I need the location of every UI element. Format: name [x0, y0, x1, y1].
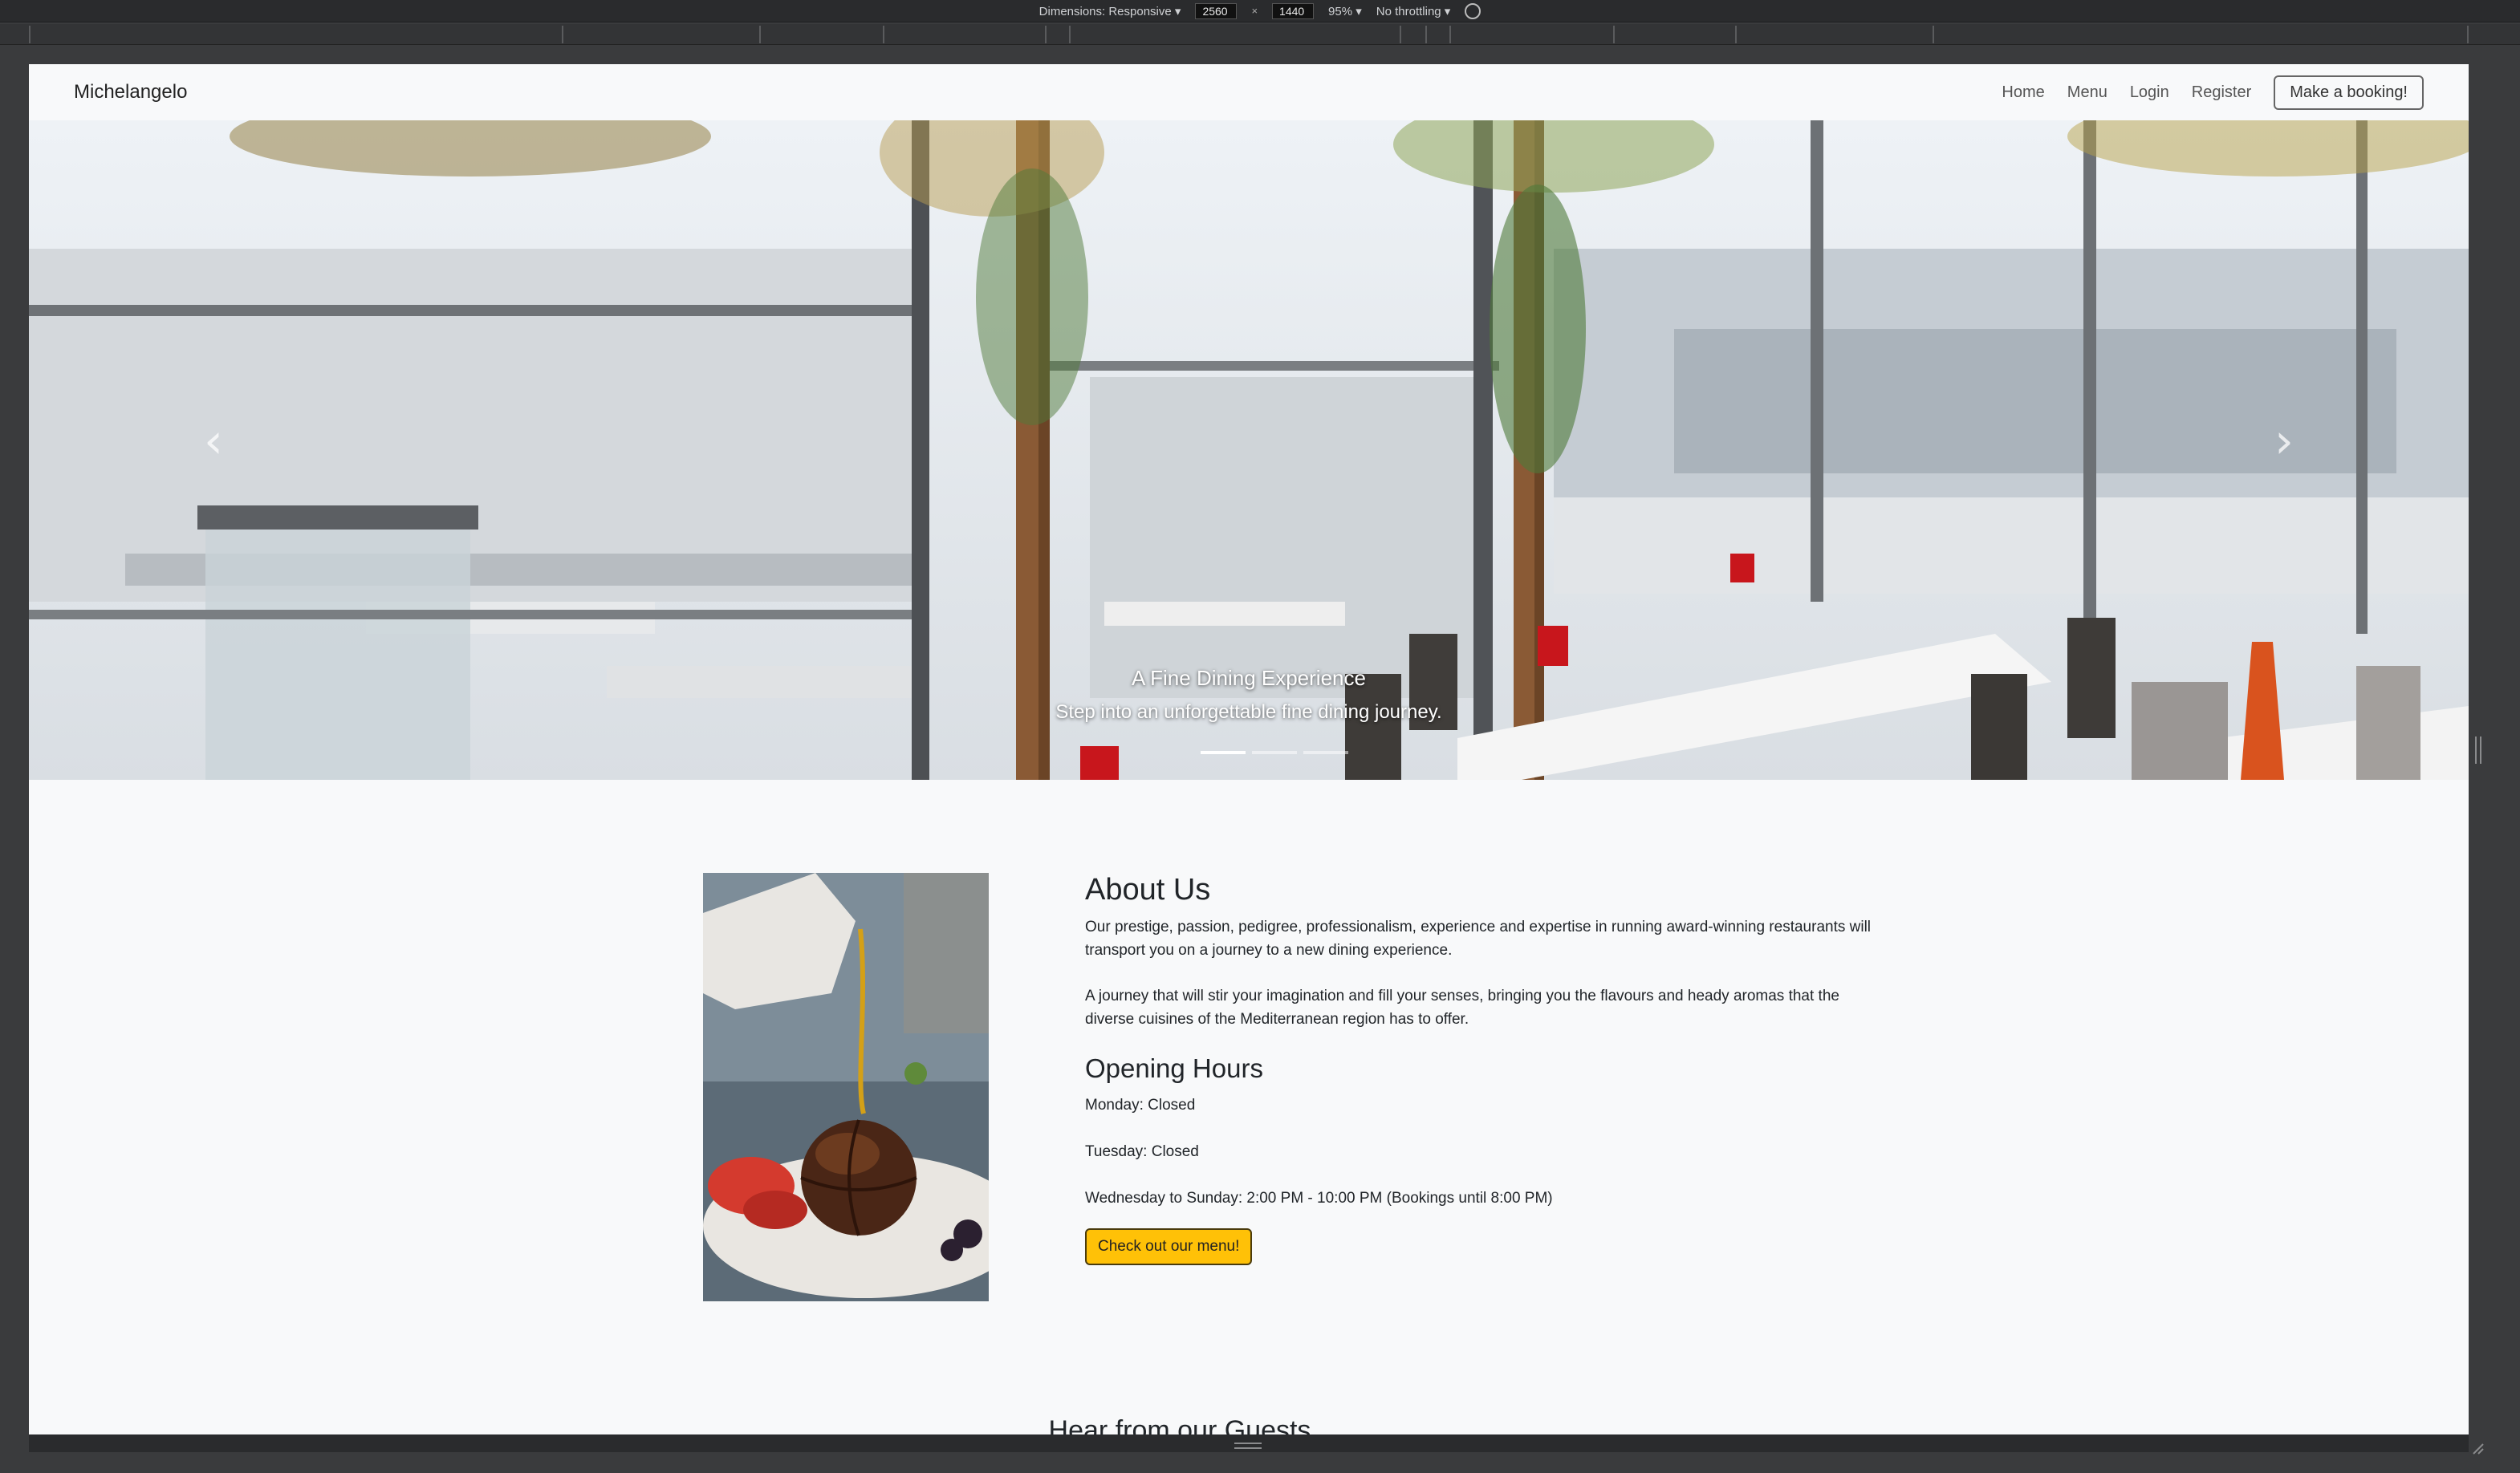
guests-section-title: Hear from our Guests	[29, 1415, 2469, 1434]
ruler-tick	[1045, 26, 1047, 43]
dimensions-dropdown[interactable]: Dimensions: Responsive ▾	[1039, 4, 1181, 18]
ruler-tick	[1425, 26, 1427, 43]
ruler-tick	[1400, 26, 1401, 43]
ruler-tick	[759, 26, 761, 43]
width-input[interactable]: 2560	[1195, 2, 1238, 19]
navbar: Michelangelo Home Menu Login Register Ma…	[29, 64, 2469, 120]
media-query-ruler[interactable]	[0, 24, 2520, 45]
ruler-tick	[883, 26, 884, 43]
hours-monday: Monday: Closed	[1085, 1097, 1196, 1114]
hero-carousel: ‹ › A Fine Dining Experience Step into a…	[29, 120, 2469, 780]
ruler-tick	[1449, 26, 1451, 43]
dessert-image	[703, 873, 989, 1301]
resize-handle-bottom-icon[interactable]	[1234, 1443, 1262, 1449]
nav-links: Home Menu Login Register Make a booking!	[2002, 75, 2424, 110]
nav-login[interactable]: Login	[2130, 83, 2169, 102]
guests-title-text: Hear from our Guests	[1048, 1415, 1311, 1434]
make-booking-button[interactable]: Make a booking!	[2274, 75, 2424, 110]
hours-wed-sun: Wednesday to Sunday: 2:00 PM - 10:00 PM …	[1085, 1190, 1553, 1207]
carousel-caption-title: A Fine Dining Experience	[1132, 666, 1366, 690]
check-menu-button[interactable]: Check out our menu!	[1085, 1228, 1253, 1265]
throttling-dropdown[interactable]: No throttling ▾	[1376, 4, 1451, 18]
nav-register[interactable]: Register	[2192, 83, 2251, 102]
ruler-tick	[29, 26, 30, 43]
rotate-icon[interactable]	[1465, 2, 1482, 19]
ruler-tick	[1735, 26, 1737, 43]
carousel-indicators	[1201, 751, 1348, 754]
carousel-indicator[interactable]	[1252, 751, 1297, 754]
about-title: About Us	[1085, 873, 1211, 907]
ruler-tick	[1613, 26, 1615, 43]
ruler-tick	[1069, 26, 1071, 43]
carousel-indicator[interactable]	[1303, 751, 1348, 754]
ruler-tick	[2467, 26, 2469, 43]
resize-corner-icon[interactable]	[2469, 1439, 2485, 1455]
carousel-indicator[interactable]	[1201, 751, 1246, 754]
zoom-dropdown[interactable]: 95% ▾	[1328, 4, 1362, 18]
ruler-tick	[1933, 26, 1934, 43]
carousel-next-icon[interactable]: ›	[2260, 409, 2308, 473]
ruler-tick	[562, 26, 563, 43]
devtools-toolbar: Dimensions: Responsive ▾ 2560 × 1440 95%…	[0, 0, 2520, 22]
carousel-caption-subtitle: Step into an unforgettable fine dining j…	[1055, 701, 1442, 723]
brand-logo[interactable]: Michelangelo	[74, 81, 187, 103]
resize-handle-side-icon[interactable]	[2475, 736, 2481, 764]
times-symbol: ×	[1251, 5, 1258, 17]
about-paragraph: Our prestige, passion, pedigree, profess…	[1085, 919, 1872, 959]
about-paragraph: A journey that will stir your imaginatio…	[1085, 988, 1839, 1028]
device-viewport: Michelangelo Home Menu Login Register Ma…	[29, 64, 2469, 1434]
nav-menu[interactable]: Menu	[2067, 83, 2107, 102]
height-input[interactable]: 1440	[1272, 2, 1315, 19]
nav-home[interactable]: Home	[2002, 83, 2044, 102]
about-section: About Us Our prestige, passion, pedigree…	[1085, 873, 1888, 1265]
hours-tuesday: Tuesday: Closed	[1085, 1143, 1199, 1160]
opening-hours-title: Opening Hours	[1085, 1053, 1263, 1083]
carousel-prev-icon[interactable]: ‹	[189, 409, 238, 473]
